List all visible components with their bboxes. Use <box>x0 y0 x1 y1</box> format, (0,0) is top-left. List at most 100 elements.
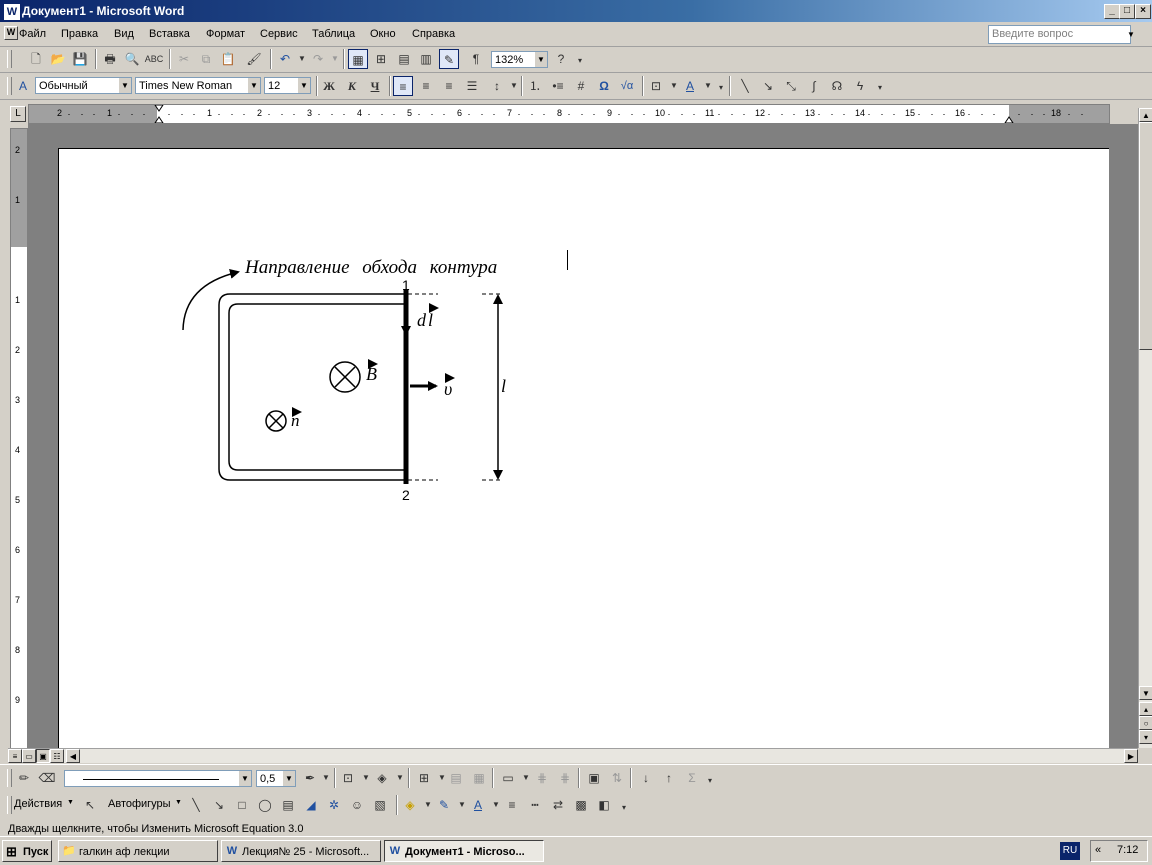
tab-selector-icon[interactable]: L <box>10 106 26 122</box>
circuit-figure[interactable]: Направление обхода контура 1 2 d l υ B n… <box>160 240 580 510</box>
justify-icon[interactable]: ☰ <box>462 76 482 96</box>
shadow-style-icon[interactable]: ▩ <box>571 795 591 815</box>
numbering-icon[interactable]: ⒈ <box>525 76 545 96</box>
taskbar-item-document1[interactable]: W Документ1 - Microso... <box>384 840 544 862</box>
split-cells-icon[interactable]: ▦ <box>469 768 489 788</box>
normal-view-icon[interactable]: ≡ <box>8 749 22 763</box>
shading-icon[interactable]: ◈ <box>372 768 392 788</box>
vertical-scrollbar[interactable]: ▲ ▼ ▴ ○ ▾ <box>1138 108 1152 748</box>
toolbar-grip[interactable] <box>7 796 12 814</box>
spelling-icon[interactable]: ABC <box>144 49 164 69</box>
oval-icon[interactable]: ◯ <box>255 795 275 815</box>
insert-table-icon[interactable]: ⊞ <box>414 768 434 788</box>
equation-button[interactable]: √α <box>617 76 637 96</box>
menu-help[interactable]: Справка <box>412 28 455 40</box>
select-browse-object-icon[interactable]: ○ <box>1139 716 1152 730</box>
line-icon[interactable]: ╲ <box>186 795 206 815</box>
select-objects-icon[interactable]: ↖ <box>80 795 100 815</box>
rectangle-icon[interactable]: □ <box>232 795 252 815</box>
save-icon[interactable]: 💾 <box>70 49 90 69</box>
arrow-style-icon[interactable]: ⇄ <box>548 795 568 815</box>
pencil-icon[interactable]: ✏ <box>14 768 34 788</box>
cut-icon[interactable]: ✂ <box>174 49 194 69</box>
freeform-tool-icon[interactable]: ☊ <box>827 76 847 96</box>
format-painter-icon[interactable]: 🖌 <box>244 49 264 69</box>
vertical-ruler[interactable]: 2 1 1 2 3 4 5 6 7 8 9 <box>10 128 28 750</box>
shading-dropdown-icon[interactable]: ▼ <box>390 768 410 788</box>
next-page-icon[interactable]: ▾ <box>1139 730 1152 744</box>
drawing-toggle-icon[interactable]: ✎ <box>439 49 459 69</box>
copy-icon[interactable]: ⧉ <box>196 49 216 69</box>
language-indicator[interactable]: RU <box>1060 842 1080 860</box>
menu-file[interactable]: Файл <box>19 28 46 40</box>
sort-descending-icon[interactable]: ↑ <box>659 768 679 788</box>
style-combo[interactable]: Обычный ▼ <box>35 77 132 94</box>
scribble-tool-icon[interactable]: ϟ <box>850 76 870 96</box>
print-icon[interactable]: 🖶 <box>100 49 120 69</box>
autosum-icon[interactable]: Σ <box>682 768 702 788</box>
close-button[interactable]: × <box>1135 4 1151 19</box>
line-tool-icon[interactable]: ╲ <box>735 76 755 96</box>
toolbar-options-icon[interactable]: ▾ <box>711 78 731 98</box>
actions-dropdown-icon[interactable]: ▼ <box>67 799 74 806</box>
taskbar-item-lecture[interactable]: W Лекция№ 25 - Microsoft... <box>221 840 381 862</box>
table-autoformat-icon[interactable]: ▣ <box>584 768 604 788</box>
menu-view[interactable]: Вид <box>114 28 134 40</box>
menu-insert[interactable]: Вставка <box>149 28 190 40</box>
scroll-right-icon[interactable]: ▶ <box>1124 749 1138 763</box>
line-style-icon[interactable]: ≡ <box>502 795 522 815</box>
ask-question-input[interactable]: Введите вопрос <box>988 25 1131 44</box>
dash-style-icon[interactable]: ┅ <box>525 795 545 815</box>
align-right-icon[interactable]: ≡ <box>439 76 459 96</box>
diagram-icon[interactable]: ✲ <box>324 795 344 815</box>
arrow-tool-icon[interactable]: ↘ <box>758 76 778 96</box>
redo-dropdown-icon[interactable]: ▼ <box>325 49 345 69</box>
align-center-icon[interactable]: ≡ <box>416 76 436 96</box>
toolbar-options-icon[interactable]: ▾ <box>570 51 590 71</box>
font-color-icon[interactable]: A <box>680 76 700 96</box>
insert-picture-icon[interactable]: ▧ <box>370 795 390 815</box>
taskbar-item-folder[interactable]: 📁 галкин аф лекции <box>58 840 218 862</box>
horizontal-ruler[interactable]: 2 1 1 2 3 4 5 6 7 8 9 10 11 12 13 14 15 … <box>28 104 1110 124</box>
scroll-up-icon[interactable]: ▲ <box>1139 108 1152 122</box>
distribute-columns-icon[interactable]: ⋕ <box>555 768 575 788</box>
line-style-combo[interactable]: ▼ <box>64 770 252 787</box>
align-cell-icon[interactable]: ▭ <box>498 768 518 788</box>
show-formatting-icon[interactable]: ¶ <box>466 49 486 69</box>
menu-window[interactable]: Окно <box>370 28 396 40</box>
tray-expand-icon[interactable]: « <box>1095 844 1101 856</box>
bullets-icon[interactable]: •≡ <box>548 76 568 96</box>
minimize-button[interactable]: _ <box>1104 4 1120 19</box>
line-width-combo[interactable]: 0,5 ▼ <box>256 770 296 787</box>
borders-icon[interactable]: ⊡ <box>646 76 666 96</box>
autoshapes-dropdown-icon[interactable]: ▼ <box>175 799 182 806</box>
web-view-icon[interactable]: ▭ <box>22 749 36 763</box>
scroll-thumb[interactable] <box>1139 122 1152 350</box>
3d-style-icon[interactable]: ◧ <box>594 795 614 815</box>
curve-tool-icon[interactable]: ∫ <box>804 76 824 96</box>
distribute-rows-icon[interactable]: ⋕ <box>532 768 552 788</box>
eraser-icon[interactable]: ⌫ <box>37 768 57 788</box>
outline-view-icon[interactable]: ☷ <box>50 749 64 763</box>
open-folder-icon[interactable]: 📂 <box>48 49 68 69</box>
arrow-icon[interactable]: ↘ <box>209 795 229 815</box>
toolbar-options-icon[interactable]: ▾ <box>700 771 720 791</box>
align-left-icon[interactable]: ≡ <box>393 76 413 96</box>
previous-page-icon[interactable]: ▴ <box>1139 702 1152 716</box>
zoom-combo[interactable]: 132% ▼ <box>491 51 548 68</box>
toolbar-grip[interactable] <box>7 769 12 787</box>
paste-icon[interactable]: 📋 <box>218 49 238 69</box>
text-direction-icon[interactable]: ⇅ <box>607 768 627 788</box>
start-button[interactable]: ⊞ Пуск <box>2 840 52 862</box>
sort-ascending-icon[interactable]: ↓ <box>636 768 656 788</box>
insert-symbol-button[interactable]: Ω <box>594 76 614 96</box>
word-app-icon[interactable]: W <box>3 3 21 21</box>
maximize-button[interactable]: □ <box>1119 4 1135 19</box>
line-color-dropdown-icon[interactable]: ▼ <box>316 768 336 788</box>
double-arrow-tool-icon[interactable]: ⤡ <box>781 76 801 96</box>
fill-color-icon[interactable]: ◈ <box>400 795 420 815</box>
horizontal-scrollbar[interactable]: ≡ ▭ ▣ ☷ ◀ ▶ <box>8 748 1138 763</box>
border-icon[interactable]: ⊡ <box>338 768 358 788</box>
print-layout-icon[interactable]: ▣ <box>36 749 50 763</box>
toolbar-grip[interactable] <box>7 77 12 95</box>
